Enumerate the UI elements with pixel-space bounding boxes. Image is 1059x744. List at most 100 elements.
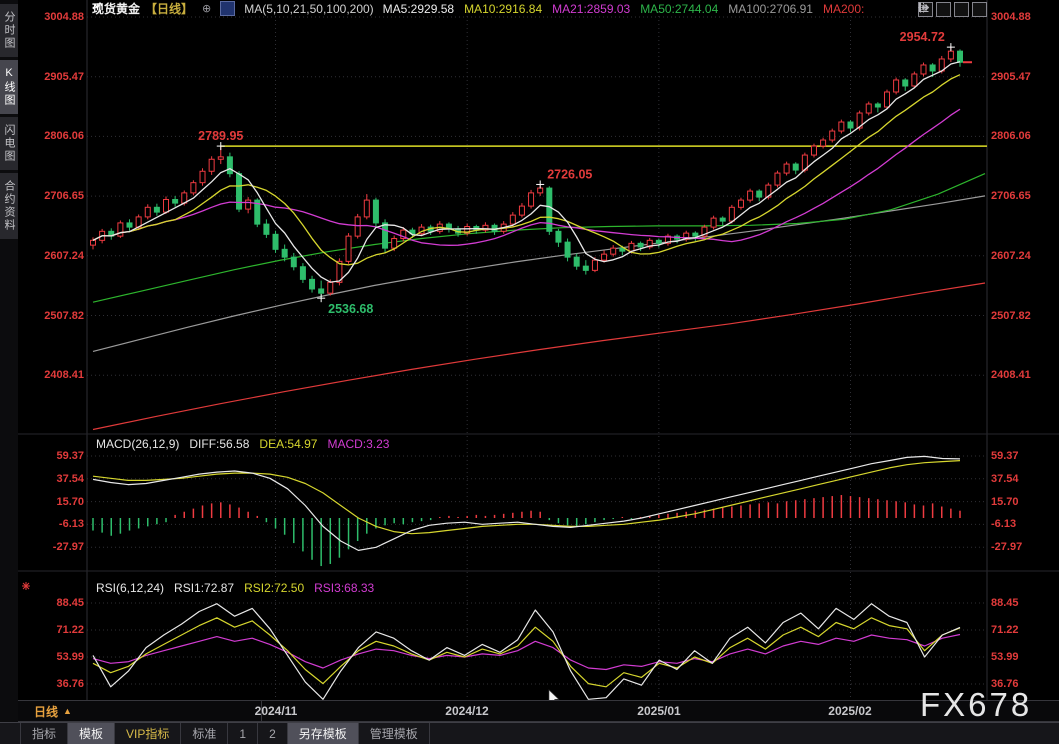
axis-tick-label: 59.37 — [18, 450, 84, 462]
candle — [118, 223, 123, 236]
candle — [237, 174, 242, 209]
rsi3-value: RSI3:68.33 — [314, 581, 374, 595]
chart-header: 现货黄金【日线】 ⊕ MA(5,10,21,50,100,200) MA5:29… — [92, 1, 864, 16]
candle — [392, 239, 397, 249]
price-annotation: 2726.05 — [547, 167, 592, 181]
tab-VIP指标[interactable]: VIP指标 — [115, 723, 181, 744]
tab-模板[interactable]: 模板 — [68, 723, 115, 744]
macd-header: MACD(26,12,9) DIFF:56.58 DEA:54.97 MACD:… — [96, 437, 389, 451]
candle — [328, 282, 333, 293]
month-label: 2025/01 — [624, 704, 694, 718]
tab-2[interactable]: 2 — [258, 723, 288, 744]
rsi2-value: RSI2:72.50 — [244, 581, 304, 595]
candle — [273, 234, 278, 249]
candle — [720, 218, 725, 221]
ma-value-ma5: MA5:2929.58 — [383, 2, 454, 16]
candle — [958, 51, 963, 62]
chart-canvas[interactable]: 2789.95 2536.68 2726.05 2954.72 — [0, 0, 1059, 744]
candle — [510, 215, 515, 224]
candle — [839, 122, 844, 131]
candle — [748, 191, 753, 200]
add-compare-icon[interactable]: ⊕ — [202, 2, 211, 15]
axis-tick-label: 2607.24 — [18, 250, 84, 262]
candle — [538, 188, 543, 193]
candle — [629, 243, 634, 251]
tab-管理模板[interactable]: 管理模板 — [359, 723, 430, 744]
axis-tick-label: 88.45 — [991, 597, 1055, 609]
sidebar: 分时图 K线图闪电图合约资料 — [0, 0, 18, 744]
tab-另存模板[interactable]: 另存模板 — [288, 723, 359, 744]
zoom-out-icon[interactable] — [954, 2, 969, 17]
axis-tick-label: 36.76 — [18, 678, 84, 690]
candle — [218, 157, 223, 159]
axis-tick-label: 15.70 — [18, 496, 84, 508]
ma-value-ma200: MA200: — [823, 2, 864, 16]
exit-icon[interactable] — [972, 2, 987, 17]
axis-tick-label: 2408.41 — [18, 369, 84, 381]
candle — [602, 254, 607, 260]
candle — [164, 199, 169, 212]
candle — [793, 164, 798, 170]
axis-tick-label: 2607.24 — [991, 250, 1055, 262]
candle — [866, 104, 871, 113]
axis-tick-label: -27.97 — [18, 541, 84, 553]
candle — [373, 200, 378, 223]
candle — [383, 223, 388, 248]
tab-指标[interactable]: 指标 — [20, 723, 68, 744]
period-title: 【日线】 — [145, 0, 193, 17]
period-selector[interactable]: 日线 ▲ — [20, 701, 262, 721]
candle — [291, 257, 296, 267]
chart-type-icon[interactable] — [220, 1, 235, 16]
candle — [738, 200, 743, 207]
axis-tick-label: 88.45 — [18, 597, 84, 609]
rsi1-value: RSI1:72.87 — [174, 581, 234, 595]
candle — [875, 104, 880, 107]
candle — [127, 223, 132, 227]
price-annotation: 2789.95 — [198, 129, 243, 143]
candle — [848, 122, 853, 128]
candle — [227, 157, 232, 174]
sidebar-tab-闪电图[interactable]: 闪电图 — [0, 117, 18, 170]
price-annotation: 2954.72 — [900, 30, 945, 44]
rsi-header: RSI(6,12,24) RSI1:72.87 RSI2:72.50 RSI3:… — [96, 581, 374, 595]
candle — [912, 74, 917, 86]
axis-tick-label: 37.54 — [991, 473, 1055, 485]
candle — [894, 80, 899, 92]
price-annotation: 2536.68 — [328, 302, 373, 316]
ma-value-ma50: MA50:2744.04 — [640, 2, 718, 16]
rsi-name: RSI(6,12,24) — [96, 581, 164, 595]
indicator-settings-icon[interactable] — [22, 582, 30, 590]
axis-tick-label: 3004.88 — [991, 11, 1055, 23]
zoom-in-icon[interactable] — [936, 2, 951, 17]
candle — [154, 207, 159, 212]
axis-tick-label: 2905.47 — [991, 71, 1055, 83]
candle — [519, 206, 524, 215]
candle — [592, 260, 597, 270]
candle — [930, 65, 935, 71]
candle — [246, 200, 251, 209]
tab-1[interactable]: 1 — [228, 723, 258, 744]
candle — [729, 207, 734, 221]
candle — [319, 289, 324, 293]
candle — [355, 217, 360, 236]
sidebar-tab-K线图[interactable]: K线图 — [0, 60, 18, 114]
candle — [300, 267, 305, 280]
candle — [282, 249, 287, 257]
candle — [145, 207, 150, 217]
ma-values: MA5:2929.58MA10:2916.84MA21:2859.03MA50:… — [383, 2, 865, 16]
axis-tick-label: 37.54 — [18, 473, 84, 485]
sidebar-tab-分时图[interactable]: 分时图 — [0, 4, 18, 57]
axis-tick-label: -6.13 — [18, 518, 84, 530]
candle — [711, 218, 716, 227]
axis-tick-label: 2408.41 — [991, 369, 1055, 381]
candle — [565, 242, 570, 257]
axis-tick-label: 2905.47 — [18, 71, 84, 83]
period-selector-label: 日线 — [34, 703, 58, 720]
axis-tick-label: 2806.06 — [18, 130, 84, 142]
sidebar-tab-合约资料[interactable]: 合约资料 — [0, 173, 18, 239]
tab-标准[interactable]: 标准 — [181, 723, 228, 744]
axis-tick-label: -27.97 — [991, 541, 1055, 553]
axis-tick-label: -6.13 — [991, 518, 1055, 530]
candle — [948, 51, 953, 59]
axis-tick-label: 15.70 — [991, 496, 1055, 508]
